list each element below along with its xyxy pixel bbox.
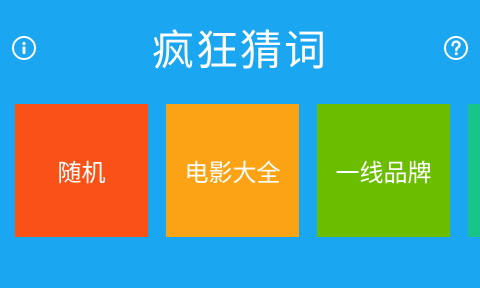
category-tile-random[interactable]: 随机 [15, 104, 148, 237]
category-label: 电影大全 [184, 159, 281, 187]
app-title: 疯狂猜词 [151, 26, 328, 75]
category-tile-partial[interactable] [468, 104, 480, 237]
category-tile-brands[interactable]: 一线品牌 [317, 104, 450, 237]
category-tile-movies[interactable]: 电影大全 [166, 104, 299, 237]
help-button[interactable] [444, 36, 468, 60]
category-label: 随机 [57, 159, 106, 187]
question-mark-icon [451, 40, 461, 56]
game-home-screen: 疯狂猜词 随机 电影大全 一线品牌 [0, 0, 480, 288]
category-label: 一线品牌 [335, 159, 432, 187]
category-tile-row: 随机 电影大全 一线品牌 [15, 104, 480, 237]
